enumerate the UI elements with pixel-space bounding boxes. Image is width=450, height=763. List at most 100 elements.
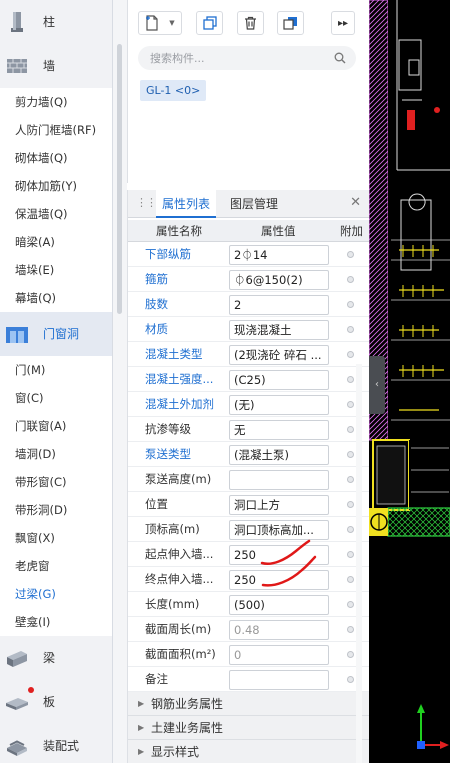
property-value-field[interactable]: 现浇混凝土 (229, 320, 329, 340)
nav-item[interactable]: 门(M) (0, 356, 112, 384)
nav-item[interactable]: 暗梁(A) (0, 228, 112, 256)
attach-checkbox[interactable] (347, 526, 354, 533)
nav-scrollbar[interactable] (113, 0, 127, 763)
attach-checkbox[interactable] (347, 276, 354, 283)
category-beam[interactable]: 梁 (0, 636, 112, 680)
property-name[interactable]: 混凝土类型 (145, 342, 230, 367)
nav-item-lintel-selected[interactable]: 过梁(G) (0, 580, 112, 608)
expand-arrow-icon[interactable]: ▶ (138, 740, 144, 763)
nav-item[interactable]: 剪力墙(Q) (0, 88, 112, 116)
nav-item[interactable]: 墙洞(D) (0, 440, 112, 468)
property-name[interactable]: 泵送类型 (145, 442, 230, 467)
property-value-field[interactable]: ⏀6@150(2) (229, 270, 329, 290)
property-value-field[interactable]: (无) (229, 395, 329, 415)
attach-checkbox[interactable] (347, 451, 354, 458)
property-value-field[interactable]: 2 (229, 295, 329, 315)
attach-checkbox[interactable] (347, 301, 354, 308)
drag-handle-icon[interactable]: ⋮⋮ (136, 196, 157, 209)
property-row: 长度(mm) (500) (128, 592, 370, 617)
close-icon[interactable]: ✕ (350, 195, 361, 210)
property-name[interactable]: 下部纵筋 (145, 242, 230, 267)
category-prefab[interactable]: 装配式 (0, 724, 112, 763)
category-prefab-label: 装配式 (43, 739, 80, 753)
property-value-field[interactable]: 2⏀14 (229, 245, 329, 265)
property-name[interactable]: 混凝土强度... (145, 367, 230, 392)
nav-item[interactable]: 墙垛(E) (0, 256, 112, 284)
delete-button[interactable] (237, 11, 264, 35)
copy-button[interactable] (196, 11, 223, 35)
property-value-field[interactable] (229, 470, 329, 490)
property-value-field[interactable] (229, 670, 329, 690)
nav-item[interactable]: 砌体墙(Q) (0, 144, 112, 172)
attach-checkbox[interactable] (347, 626, 354, 633)
tab-layer-manage[interactable]: 图层管理 (224, 190, 284, 218)
property-value-field[interactable]: 250 (229, 545, 329, 565)
nav-item[interactable]: 壁龛(I) (0, 608, 112, 636)
category-door-window[interactable]: 门窗洞 (0, 312, 112, 356)
property-value-field[interactable]: (C25) (229, 370, 329, 390)
wall-icon (7, 59, 27, 73)
property-name[interactable]: 箍筋 (145, 267, 230, 292)
attach-checkbox[interactable] (347, 676, 354, 683)
attach-checkbox[interactable] (347, 251, 354, 258)
new-component-button[interactable]: ▼ (138, 11, 182, 35)
component-item-selected[interactable]: GL-1 <0> (140, 80, 207, 101)
attach-checkbox[interactable] (347, 426, 354, 433)
category-column[interactable]: 柱 (0, 0, 112, 44)
column-icon (11, 12, 23, 32)
properties-scrollbar[interactable] (356, 364, 362, 763)
nav-item[interactable]: 砌体加筋(Y) (0, 172, 112, 200)
attach-checkbox[interactable] (347, 401, 354, 408)
component-list-panel: ▼ ▸▸ GL-1 <0> (127, 0, 369, 183)
property-name[interactable]: 材质 (145, 317, 230, 342)
nav-item[interactable]: 窗(C) (0, 384, 112, 412)
expand-toolbar-button[interactable]: ▸▸ (331, 11, 355, 35)
property-name[interactable]: 肢数 (145, 292, 230, 317)
attach-checkbox[interactable] (347, 651, 354, 658)
nav-item[interactable]: 飘窗(X) (0, 524, 112, 552)
component-search-input[interactable] (138, 51, 318, 65)
nav-scrollbar-thumb[interactable] (117, 44, 122, 314)
property-value-field[interactable]: (500) (229, 595, 329, 615)
layer-copy-button[interactable] (277, 11, 304, 35)
nav-item[interactable]: 老虎窗 (0, 552, 112, 580)
attach-checkbox[interactable] (347, 551, 354, 558)
property-value-field[interactable]: 250 (229, 570, 329, 590)
nav-item[interactable]: 人防门框墙(RF) (0, 116, 112, 144)
expand-arrow-icon[interactable]: ▶ (138, 716, 144, 740)
property-group-header[interactable]: ▶ 钢筋业务属性 (128, 692, 370, 716)
category-wall[interactable]: 墙 (0, 44, 112, 88)
category-slab[interactable]: 板 (0, 680, 112, 724)
property-group-header[interactable]: ▶ 土建业务属性 (128, 716, 370, 740)
property-value-field[interactable]: 无 (229, 420, 329, 440)
tab-property-list[interactable]: 属性列表 (156, 190, 217, 218)
nav-item[interactable]: 幕墙(Q) (0, 284, 112, 312)
property-group-header[interactable]: ▶ 显示样式 (128, 740, 370, 763)
property-value-field[interactable]: 洞口顶标高加... (229, 520, 329, 540)
attach-checkbox[interactable] (347, 476, 354, 483)
properties-panel: ⋮⋮ 属性列表 图层管理 ✕ 属性名称 属性值 附加 下部纵筋 2⏀14 箍筋 ⏀6@… (127, 190, 370, 763)
property-name[interactable]: 混凝土外加剂 (145, 392, 230, 417)
nav-item[interactable]: 带形洞(D) (0, 496, 112, 524)
component-search-box[interactable] (138, 46, 356, 70)
nav-item[interactable]: 门联窗(A) (0, 412, 112, 440)
attach-checkbox[interactable] (347, 351, 354, 358)
collapse-panel-handle[interactable]: ‹ (369, 356, 385, 414)
property-row: 位置 洞口上方 (128, 492, 370, 517)
attach-checkbox[interactable] (347, 376, 354, 383)
property-value-field[interactable]: 洞口上方 (229, 495, 329, 515)
attach-checkbox[interactable] (347, 601, 354, 608)
property-row: 抗渗等级 无 (128, 417, 370, 442)
property-group-label: 显示样式 (151, 745, 200, 759)
attach-checkbox[interactable] (347, 501, 354, 508)
property-value-field[interactable]: (2现浇砼 碎石 ... (229, 345, 329, 365)
nav-item[interactable]: 带形窗(C) (0, 468, 112, 496)
nav-item[interactable]: 保温墙(Q) (0, 200, 112, 228)
property-value-field[interactable]: (混凝土泵) (229, 445, 329, 465)
expand-arrow-icon[interactable]: ▶ (138, 692, 144, 716)
dropdown-arrow-icon[interactable]: ▼ (169, 19, 174, 27)
attach-checkbox[interactable] (347, 326, 354, 333)
attach-checkbox[interactable] (347, 576, 354, 583)
search-icon[interactable] (334, 52, 346, 64)
properties-table-body: 下部纵筋 2⏀14 箍筋 ⏀6@150(2) 肢数 2 材质 现浇混凝土 混凝土类型 (2现浇砼 … (128, 242, 370, 763)
